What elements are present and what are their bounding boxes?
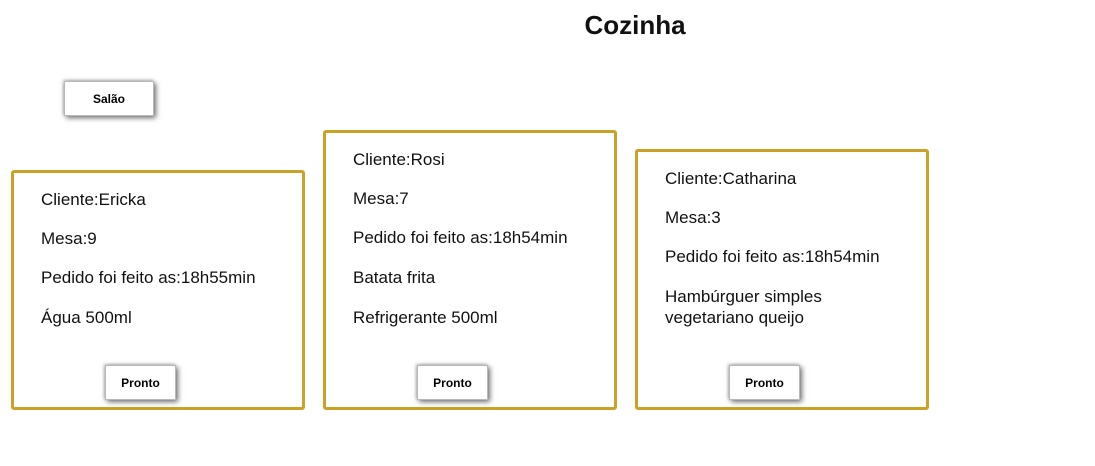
pronto-button[interactable]: Pronto [729,365,800,400]
order-client: Cliente:Ericka [41,190,146,209]
order-table: Mesa:3 [665,208,721,227]
order-item: Água 500ml [41,308,132,327]
pronto-button[interactable]: Pronto [105,365,176,400]
order-item: Hambúrguer simples vegetariano queijo [665,287,822,327]
salao-button[interactable]: Salão [64,81,154,116]
order-table: Mesa:9 [41,229,97,248]
order-time: Pedido foi feito as:18h55min [41,268,256,287]
order-table: Mesa:7 [353,189,409,208]
order-details: Cliente:Catharina Mesa:3 Pedido foi feit… [665,169,905,347]
order-client: Cliente:Catharina [665,169,797,188]
order-item: Refrigerante 500ml [353,308,498,327]
order-item: Batata frita [353,268,436,287]
pronto-button[interactable]: Pronto [417,365,488,400]
order-card: Cliente:Rosi Mesa:7 Pedido foi feito as:… [323,130,617,410]
order-details: Cliente:Rosi Mesa:7 Pedido foi feito as:… [353,150,593,347]
order-card: Cliente:Catharina Mesa:3 Pedido foi feit… [635,149,929,410]
page-title: Cozinha [584,10,686,40]
order-client: Cliente:Rosi [353,150,445,169]
kitchen-page: Cozinha Salão Cliente:Ericka Mesa:9 Pedi… [0,0,1095,466]
order-card: Cliente:Ericka Mesa:9 Pedido foi feito a… [11,170,305,410]
order-time: Pedido foi feito as:18h54min [665,247,880,266]
order-details: Cliente:Ericka Mesa:9 Pedido foi feito a… [41,190,281,347]
order-time: Pedido foi feito as:18h54min [353,228,568,247]
